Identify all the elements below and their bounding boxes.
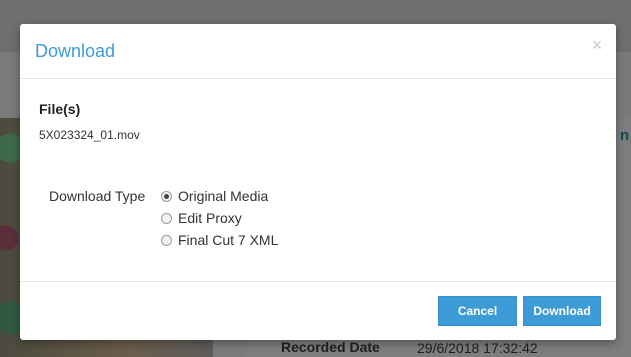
radio-label: Final Cut 7 XML <box>178 232 279 248</box>
radio-button[interactable] <box>161 234 172 246</box>
download-button[interactable]: Download <box>523 296 601 326</box>
download-type-label: Download Type <box>49 188 146 204</box>
radio-button[interactable] <box>161 212 172 224</box>
background-partial-text: n <box>620 127 630 144</box>
radio-label: Original Media <box>178 188 269 204</box>
close-icon[interactable]: × <box>590 36 604 54</box>
cancel-button[interactable]: Cancel <box>438 296 517 326</box>
download-dialog: Download × File(s) 5X023324_01.mov Downl… <box>20 24 616 340</box>
file-name: 5X023324_01.mov <box>39 128 140 142</box>
dialog-title: Download <box>35 41 116 61</box>
app-screen: n Recorded Date 29/6/2018 17:32:42 Downl… <box>0 0 631 357</box>
radio-label: Edit Proxy <box>178 210 242 226</box>
recorded-date-value: 29/6/2018 17:32:42 <box>417 340 538 356</box>
radio-button-checked[interactable] <box>161 190 172 202</box>
recorded-date-label: Recorded Date <box>281 339 380 355</box>
files-heading: File(s) <box>39 101 81 117</box>
radio-edit-proxy[interactable]: Edit Proxy <box>161 209 242 227</box>
radio-original-media[interactable]: Original Media <box>161 187 268 205</box>
radio-final-cut-xml[interactable]: Final Cut 7 XML <box>161 231 278 249</box>
